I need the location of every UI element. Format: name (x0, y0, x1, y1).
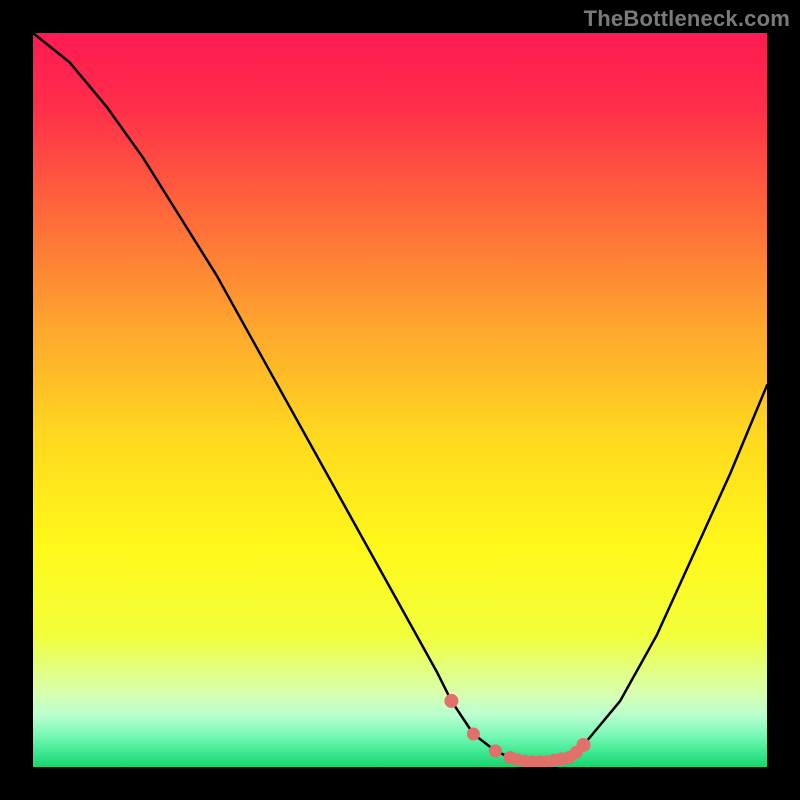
marker-dot (577, 738, 591, 752)
watermark-text: TheBottleneck.com (584, 6, 790, 32)
marker-dot (467, 728, 480, 741)
curve-overlay (33, 33, 767, 767)
marker-dot (444, 694, 458, 708)
marker-dot (489, 744, 502, 757)
bottleneck-curve (33, 33, 767, 762)
plot-area (33, 33, 767, 767)
chart-frame: TheBottleneck.com (0, 0, 800, 800)
optimal-zone-markers (444, 694, 590, 767)
